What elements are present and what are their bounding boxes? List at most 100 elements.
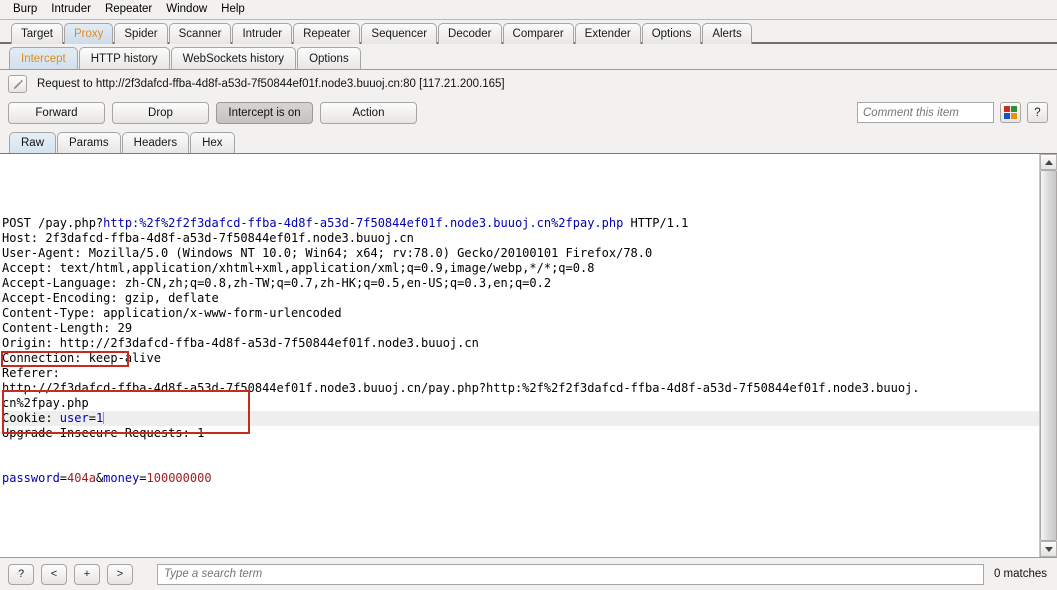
subtab-websockets-history[interactable]: WebSockets history [170,47,297,69]
request-token: 404a [67,471,96,485]
menu-item-burp[interactable]: Burp [6,2,44,17]
request-token: Cookie: [2,411,60,425]
request-line: cn%2fpay.php [2,396,1039,411]
request-line: Content-Type: application/x-www-form-url… [2,306,1039,321]
tab-alerts[interactable]: Alerts [702,23,752,44]
request-token: Accept: text/html,application/xhtml+xml,… [2,261,595,275]
search-input[interactable] [157,563,984,585]
request-line: Origin: http://2f3dafcd-ffba-4d8f-a53d-7… [2,336,1039,351]
search-help-button[interactable]: ? [8,563,34,585]
scroll-up-icon[interactable] [1040,154,1057,170]
etab-raw[interactable]: Raw [9,132,57,153]
search-next-button[interactable]: > [107,563,133,585]
scroll-thumb[interactable] [1040,170,1057,541]
request-token: 100000000 [146,471,212,485]
tab-scanner[interactable]: Scanner [168,23,232,44]
pencil-icon[interactable] [8,74,27,93]
request-token: Referer: [2,366,60,380]
menu-item-repeater[interactable]: Repeater [98,2,159,17]
tab-repeater[interactable]: Repeater [293,23,361,44]
request-token: money [103,471,140,485]
request-token: Origin: http://2f3dafcd-ffba-4d8f-a53d-7… [2,336,479,350]
menu-item-intruder[interactable]: Intruder [44,2,98,17]
subtab-options[interactable]: Options [297,47,361,69]
request-token: = [88,411,96,425]
menu-bar: Burp Intruder Repeater Window Help [0,0,1057,20]
tab-sequencer[interactable]: Sequencer [361,23,438,44]
etab-params[interactable]: Params [57,132,121,153]
request-token: http:%2f%2f2f3dafcd-ffba-4d8f-a53d-7f508… [103,216,624,230]
tab-extender[interactable]: Extender [574,23,641,44]
request-token: Content-Type: application/x-www-form-url… [2,306,342,320]
toolbar-right-tools: ? [857,102,1048,123]
request-line: User-Agent: Mozilla/5.0 (Windows NT 10.0… [2,246,1039,261]
scroll-track[interactable] [1040,170,1057,541]
swatch-grid [1004,106,1017,119]
tab-decoder[interactable]: Decoder [438,23,502,44]
request-line: Accept-Language: zh-CN,zh;q=0.8,zh-TW;q=… [2,276,1039,291]
comment-input[interactable] [857,102,994,123]
request-token: Host: 2f3dafcd-ffba-4d8f-a53d-7f50844ef0… [2,231,414,245]
request-line: Referer: [2,366,1039,381]
request-line: password=404a&money=100000000 [2,471,1039,486]
request-line: Accept: text/html,application/xhtml+xml,… [2,261,1039,276]
scroll-down-icon[interactable] [1040,541,1057,557]
search-matches-label: 0 matches [993,568,1047,580]
message-editor-tab-bar: Raw Params Headers Hex [0,129,1057,154]
request-line: Host: 2f3dafcd-ffba-4d8f-a53d-7f50844ef0… [2,231,1039,246]
raw-request-editor[interactable]: POST /pay.php?http:%2f%2f2f3dafcd-ffba-4… [0,154,1039,557]
intercept-toolbar: Forward Drop Intercept is on Action ? [0,97,1057,129]
subtab-intercept[interactable]: Intercept [9,47,78,69]
editor-search-bar: ? < + > 0 matches [0,558,1057,590]
tab-target[interactable]: Target [11,23,63,44]
request-line: Accept-Encoding: gzip, deflate [2,291,1039,306]
request-token: password [2,471,60,485]
tab-options[interactable]: Options [641,23,702,44]
request-line: Upgrade-Insecure-Requests: 1 [2,426,1039,441]
request-token: cn%2fpay.php [2,396,89,410]
request-token: Accept-Language: zh-CN,zh;q=0.8,zh-TW;q=… [2,276,552,290]
color-swatch-icon[interactable] [1000,102,1021,123]
etab-hex[interactable]: Hex [190,132,235,153]
tab-spider[interactable]: Spider [114,23,168,44]
request-token: User-Agent: Mozilla/5.0 (Windows NT 10.0… [2,246,653,260]
request-token: user [59,411,89,425]
intercept-toggle-button[interactable]: Intercept is on [216,102,313,124]
drop-button[interactable]: Drop [112,102,209,124]
tab-proxy[interactable]: Proxy [63,23,114,44]
request-line: POST /pay.php?http:%2f%2f2f3dafcd-ffba-4… [2,216,1039,231]
text-caret [103,412,105,424]
help-icon[interactable]: ? [1027,102,1048,123]
request-line: http://2f3dafcd-ffba-4d8f-a53d-7f50844ef… [2,381,1039,396]
request-line: Cookie: user=1 [2,411,1039,426]
request-token: Upgrade-Insecure-Requests: 1 [2,426,205,440]
request-line: Content-Length: 29 [2,321,1039,336]
etab-headers[interactable]: Headers [121,132,190,153]
request-token: POST /pay.php? [2,216,104,230]
request-token: HTTP/1.1 [623,216,689,230]
request-line [2,441,1039,456]
tab-comparer[interactable]: Comparer [502,23,574,44]
request-line: Connection: keep-alive [2,351,1039,366]
editor-scrollbar[interactable] [1039,154,1057,557]
search-add-button[interactable]: + [74,563,100,585]
main-tab-bar: Target Proxy Spider Scanner Intruder Rep… [0,20,1057,44]
message-editor-area: POST /pay.php?http:%2f%2f2f3dafcd-ffba-4… [0,154,1057,558]
proxy-sub-tab-bar: Intercept HTTP history WebSockets histor… [0,44,1057,70]
menu-item-help[interactable]: Help [214,2,252,17]
request-token: = [139,471,147,485]
request-info-row: Request to http://2f3dafcd-ffba-4d8f-a53… [0,70,1057,97]
menu-item-window[interactable]: Window [159,2,214,17]
request-line [2,456,1039,471]
subtab-http-history[interactable]: HTTP history [78,47,170,69]
request-token: http://2f3dafcd-ffba-4d8f-a53d-7f50844ef… [2,381,920,395]
request-token: Content-Length: 29 [2,321,133,335]
burp-suite-window: Burp Intruder Repeater Window Help Targe… [0,0,1057,590]
request-token: Connection: keep-alive [2,351,161,365]
action-button[interactable]: Action [320,102,417,124]
search-prev-button[interactable]: < [41,563,67,585]
request-token: = [59,471,68,485]
tab-intruder[interactable]: Intruder [232,23,293,44]
forward-button[interactable]: Forward [8,102,105,124]
request-target-label: Request to http://2f3dafcd-ffba-4d8f-a53… [37,77,505,90]
